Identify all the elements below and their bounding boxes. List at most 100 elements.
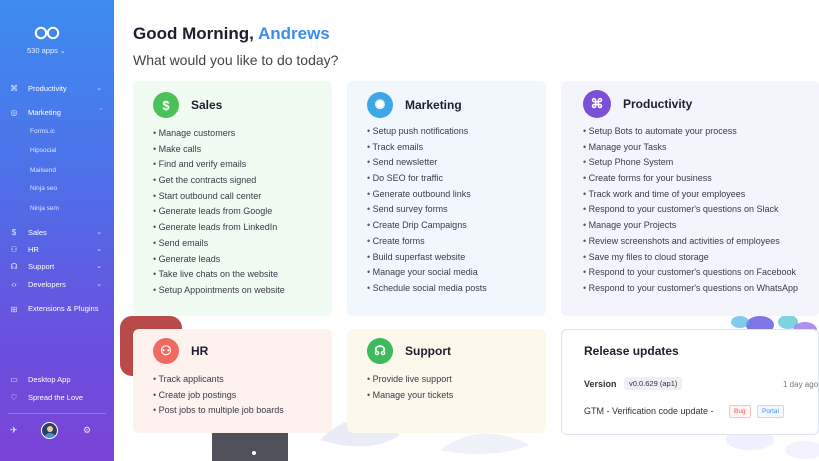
sidebar-subitem[interactable]: Ninja sem [30,205,59,212]
sales-list: Manage customers Make calls Find and ver… [153,126,285,299]
marketing-list: Setup push notifications Track emails Se… [367,124,487,297]
release-updates-panel: Release updates Version v0.0.629 (ap1) 1… [561,329,819,435]
chevron-down-icon: ⌄ [96,281,102,288]
decorative-screen [212,432,288,461]
chevron-down-icon: ⌄ [96,229,102,236]
list-item[interactable]: Track applicants [153,372,284,388]
support-list: Provide live support Manage your tickets [367,372,454,404]
hr-list: Track applicants Create job postings Pos… [153,372,284,419]
list-item[interactable]: Get the contracts signed [153,173,285,189]
sidebar-item-developers[interactable]: ‹› Developers ⌄ [8,277,106,291]
list-item[interactable]: Create forms [367,234,487,250]
list-item[interactable]: Manage customers [153,126,285,142]
sidebar-item-extensions[interactable]: ⊞ Extensions & Plugins [8,298,106,320]
list-item[interactable]: Send emails [153,236,285,252]
list-item[interactable]: Post jobs to multiple job boards [153,403,284,419]
sidebar-divider [8,413,106,414]
sidebar-item-support[interactable]: ☊ Support ⌄ [8,259,106,273]
target-icon: ✺ [367,92,393,118]
chevron-down-icon: ⌄ [96,263,102,270]
card-marketing[interactable]: ✺ Marketing Setup push notifications Tra… [347,81,546,316]
list-item[interactable]: Setup Phone System [583,155,798,171]
headset-icon: ☊ [367,338,393,364]
list-item[interactable]: Setup Appointments on website [153,283,285,299]
bug-tag: Bug [729,405,751,418]
list-item[interactable]: Send newsletter [367,155,487,171]
list-item[interactable]: Send survey forms [367,202,487,218]
list-item[interactable]: Provide live support [367,372,453,388]
sidebar-item-marketing[interactable]: ◎ Marketing ˆ [8,105,106,119]
rocket-icon[interactable]: ✈ [10,425,18,436]
list-item[interactable]: Create forms for your business [583,171,798,187]
list-item[interactable]: Track emails [367,140,487,156]
decorative-dot [252,451,256,455]
sidebar-item-spread-love[interactable]: ♡ Spread the Love [8,390,106,404]
chevron-down-icon: ⌄ [96,85,102,92]
list-item[interactable]: Create job postings [153,388,284,404]
list-item[interactable]: Review screenshots and activities of emp… [583,234,798,250]
productivity-list: Setup Bots to automate your process Mana… [583,124,799,297]
person-icon: ⚇ [153,338,179,364]
sidebar-item-hr[interactable]: ⚇ HR ⌄ [8,242,106,256]
list-item[interactable]: Setup Bots to automate your process [583,124,798,140]
list-item[interactable]: Manage your tickets [367,388,454,404]
list-item[interactable]: Start outbound call center [153,189,285,205]
sidebar-item-desktop-app[interactable]: ▭ Desktop App [8,372,106,386]
list-item[interactable]: Make calls [153,142,285,158]
dollar-icon: $ [153,92,179,118]
list-item[interactable]: Respond to your customer's questions on … [583,265,798,281]
monitor-icon: ▭ [10,374,18,384]
list-item[interactable]: Create Drip Campaigns [367,218,487,234]
sidebar: 530 apps ⌄ ⌘ Productivity ⌄ ◎ Marketing ˆ… [0,0,114,461]
logo-icon[interactable] [34,26,60,40]
list-item[interactable]: Setup push notifications [367,124,487,140]
list-item[interactable]: Take live chats on the website [153,267,285,283]
gear-icon[interactable]: ⚙ [83,425,91,436]
headset-icon: ☊ [10,261,18,271]
plug-icon: ⊞ [10,304,18,314]
portal-tag: Portal [757,405,784,418]
page-title: Good Morning, Andrews [133,24,330,43]
sidebar-subitem[interactable]: Forms.ic [30,128,55,135]
sidebar-subitem[interactable]: Mailsend [30,167,56,174]
card-support[interactable]: ☊ Support Provide live support Manage yo… [347,329,546,433]
list-item[interactable]: Find and verify emails [153,157,285,173]
list-item[interactable]: Generate outbound links [367,187,487,203]
list-item[interactable]: Respond to your customer's questions on … [583,202,798,218]
sidebar-subitem[interactable]: Ninja seo [30,185,57,192]
page-subtitle: What would you like to do today? [133,52,339,68]
list-item[interactable]: Manage your Tasks [583,140,798,156]
sidebar-item-sales[interactable]: $ Sales ⌄ [8,225,106,239]
heart-icon: ♡ [10,392,18,402]
chevron-up-icon: ˆ [99,108,102,116]
list-item[interactable]: Do SEO for traffic [367,171,487,187]
card-hr[interactable]: ⚇ HR Track applicants Create job posting… [133,329,332,433]
list-item[interactable]: Build superfast website [367,250,487,266]
list-item[interactable]: Generate leads from LinkedIn [153,220,285,236]
card-productivity[interactable]: ⌘ Productivity Setup Bots to automate yo… [561,81,819,316]
release-timestamp: 1 day ago [783,380,819,389]
card-sales[interactable]: $ Sales Manage customers Make calls Find… [133,81,332,316]
apps-dropdown[interactable]: 530 apps ⌄ [27,46,66,55]
list-item[interactable]: Generate leads from Google [153,204,285,220]
chevron-down-icon: ⌄ [59,48,66,55]
command-icon: ⌘ [583,90,611,118]
list-item[interactable]: Schedule social media posts [367,281,487,297]
list-item[interactable]: Manage your Projects [583,218,798,234]
chevron-down-icon: ⌄ [96,246,102,253]
target-icon: ◎ [10,107,18,117]
avatar[interactable] [41,422,58,439]
list-item[interactable]: Save my files to cloud storage [583,250,798,266]
list-item[interactable]: Respond to your customer's questions on … [583,281,798,297]
list-item[interactable]: Manage your social media [367,265,487,281]
release-title: Release updates [584,344,679,358]
sidebar-item-productivity[interactable]: ⌘ Productivity ⌄ [8,81,106,95]
code-icon: ‹› [11,279,17,289]
dollar-icon: $ [11,227,17,237]
person-icon: ⚇ [10,244,18,254]
release-entry[interactable]: GTM - Verification code update - [584,406,714,416]
list-item[interactable]: Track work and time of your employees [583,187,798,203]
sidebar-subitem[interactable]: Hipsocial [30,147,56,154]
list-item[interactable]: Generate leads [153,252,285,268]
version-badge: v0.0.629 (ap1) [624,377,683,390]
